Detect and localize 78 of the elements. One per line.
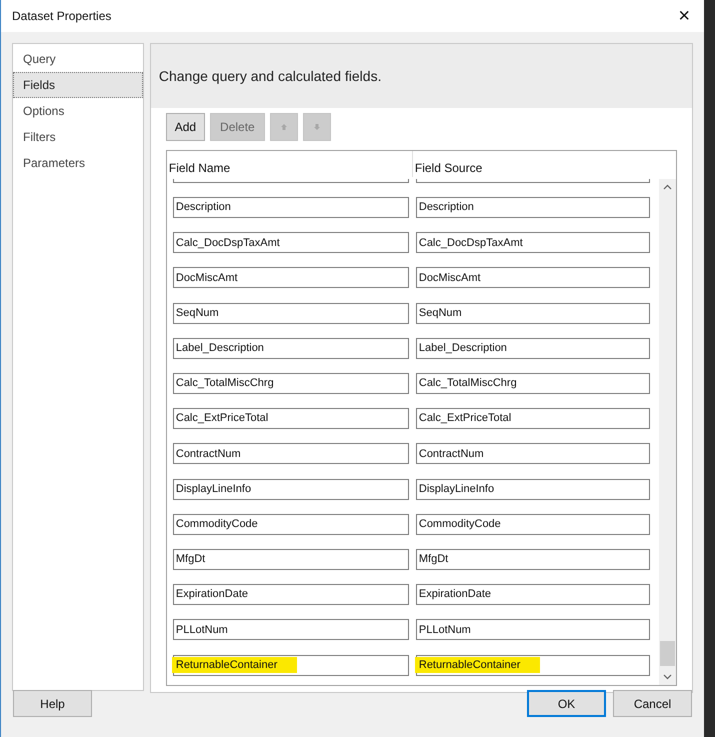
field-value: CommodityCode: [418, 517, 501, 532]
input-field[interactable]: DisplayLineInfo: [416, 478, 650, 500]
scrollbar-thumb[interactable]: [660, 641, 675, 666]
scroll-up-icon[interactable]: [662, 184, 672, 190]
scrollbar[interactable]: [658, 179, 676, 685]
field-value: DisplayLineInfo: [418, 482, 494, 497]
arrow-down-icon: [312, 123, 321, 131]
field-value: CommodityCode: [176, 517, 258, 532]
sidebar-item[interactable]: Parameters: [13, 150, 143, 176]
input-field[interactable]: DocMiscAmt: [172, 267, 409, 288]
field-value: ReturnableContainer: [172, 656, 298, 674]
field-value: Calc_DocDspTaxAmt: [176, 236, 280, 251]
field-value: ExpirationDate: [418, 587, 492, 602]
header-text: Change query and calculated fields.: [158, 66, 382, 86]
input-field[interactable]: SeqNum: [416, 302, 650, 324]
input-field[interactable]: DocMiscAmt: [416, 267, 650, 288]
field-value: DocMiscAmt: [176, 270, 238, 286]
field-value: DocMiscAmt: [418, 270, 481, 286]
field-value: Calc_DocDspTaxAmt: [418, 236, 523, 251]
input-field[interactable]: PLLotNum: [416, 619, 650, 640]
field-value: SeqNum: [176, 306, 219, 321]
sidebar-item[interactable]: Filters: [13, 124, 143, 150]
input-field[interactable]: ExpirationDate: [416, 584, 650, 606]
input-field[interactable]: CommodityCode: [416, 514, 650, 535]
field-value: ReturnableContainer: [414, 656, 540, 674]
input-field[interactable]: Calc_TotalMiscChrg: [416, 373, 650, 394]
arrow-up-icon: [280, 123, 288, 131]
input-field[interactable]: MfgDt: [172, 548, 409, 570]
field-value: Label_Description: [418, 341, 507, 356]
dialog-button[interactable]: Cancel: [613, 690, 692, 717]
input-field[interactable]: ReturnableContainer: [416, 654, 650, 676]
input-field[interactable]: Calc_DocDspTaxAmt: [416, 232, 650, 254]
field-value: Calc_ExtPriceTotal: [418, 411, 512, 426]
input-field[interactable]: Description: [172, 197, 409, 218]
input-field[interactable]: SeqNum: [172, 302, 409, 324]
field-value: ExpirationDate: [176, 587, 248, 602]
input-field[interactable]: Calc_TotalMiscChrg: [172, 373, 409, 394]
field-value: DisplayLineInfo: [176, 482, 252, 497]
field-value: PLLotNum: [418, 622, 471, 638]
field-value: Calc_TotalMiscChrg: [418, 376, 517, 392]
dialog-button[interactable]: Help: [13, 690, 92, 717]
input-field[interactable]: [416, 179, 650, 183]
close-button[interactable]: ×: [678, 6, 690, 26]
input-field[interactable]: Calc_ExtPriceTotal: [172, 408, 409, 430]
window-title: Dataset Properties: [12, 8, 112, 25]
input-field[interactable]: PLLotNum: [172, 619, 409, 640]
input-field[interactable]: Label_Description: [416, 338, 650, 359]
field-value: Description: [418, 200, 474, 216]
input-field[interactable]: ContractNum: [172, 443, 409, 464]
column-header: Field Name: [166, 151, 413, 177]
input-field[interactable]: Description: [416, 197, 650, 218]
field-value: SeqNum: [418, 306, 462, 321]
input-field[interactable]: Calc_DocDspTaxAmt: [172, 232, 409, 254]
sidebar-item[interactable]: Query: [13, 46, 143, 72]
input-field[interactable]: CommodityCode: [172, 514, 409, 535]
input-field[interactable]: DisplayLineInfo: [172, 478, 409, 500]
field-value: PLLotNum: [176, 622, 228, 638]
input-field[interactable]: [172, 179, 409, 183]
input-field[interactable]: Calc_ExtPriceTotal: [416, 408, 650, 430]
field-value: Description: [176, 200, 231, 216]
input-field[interactable]: ContractNum: [416, 443, 650, 464]
field-value: MfgDt: [418, 552, 448, 568]
column-header: Field Source: [414, 160, 482, 177]
field-value: Calc_TotalMiscChrg: [176, 376, 274, 392]
field-value: Label_Description: [176, 341, 264, 356]
sidebar-item[interactable]: Options: [13, 98, 143, 124]
input-field[interactable]: ReturnableContainer: [172, 654, 409, 676]
input-field[interactable]: MfgDt: [416, 548, 650, 570]
field-value: Calc_ExtPriceTotal: [176, 411, 268, 426]
input-field[interactable]: ExpirationDate: [172, 584, 409, 606]
scroll-down-icon[interactable]: [662, 674, 672, 680]
sidebar-item[interactable]: Fields: [13, 72, 143, 98]
dialog-button[interactable]: OK: [527, 690, 606, 717]
toolbar-button[interactable]: Add: [166, 113, 205, 141]
field-value: ContractNum: [418, 446, 484, 462]
field-value: MfgDt: [176, 552, 206, 568]
input-field[interactable]: Label_Description: [172, 338, 409, 359]
field-value: ContractNum: [176, 446, 241, 462]
